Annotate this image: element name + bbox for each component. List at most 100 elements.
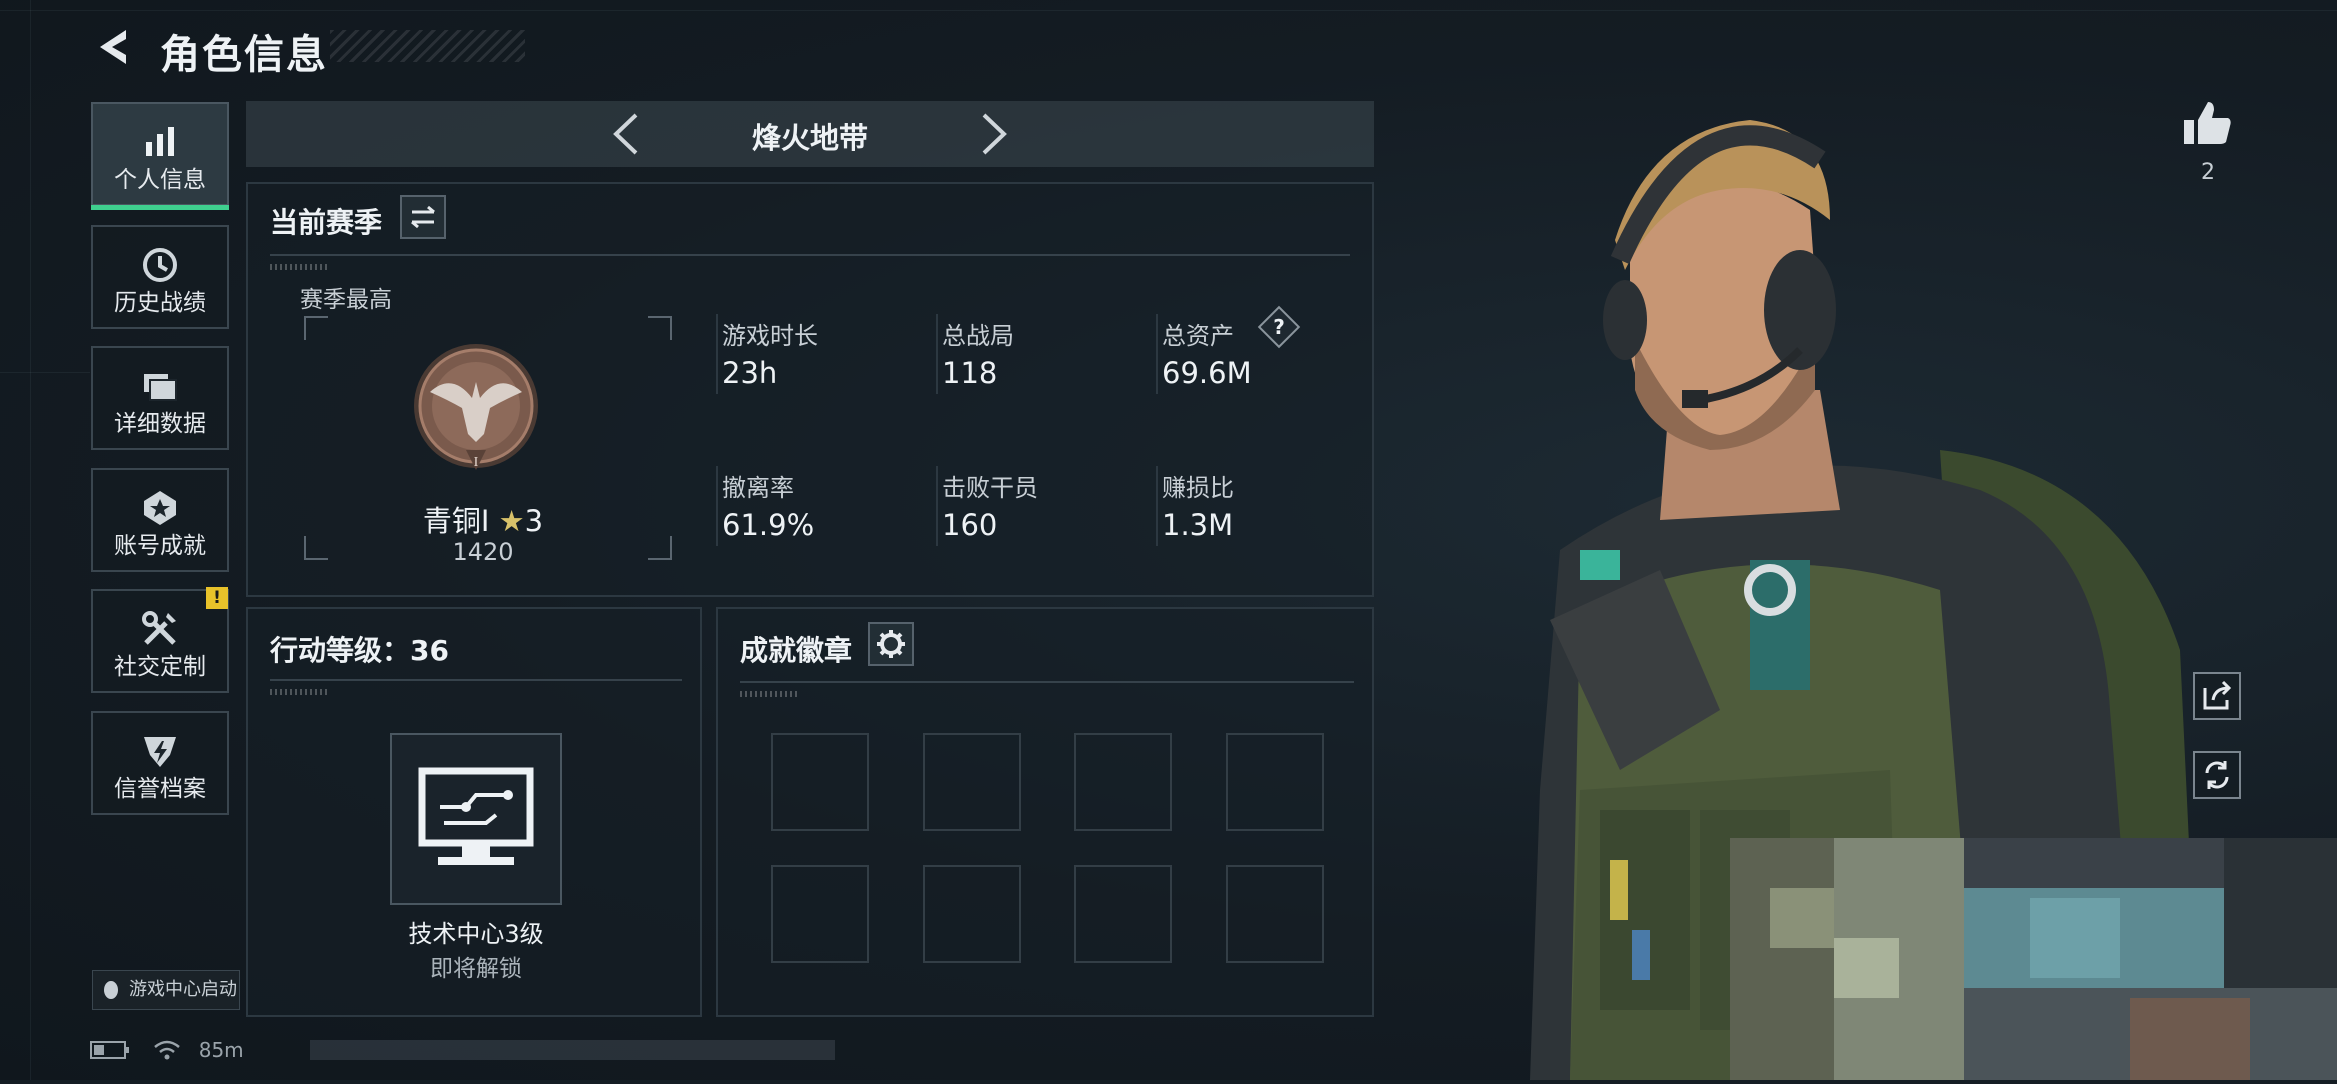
game-center-launch-button[interactable]: 游戏中心启动	[92, 970, 240, 1010]
achievement-slot[interactable]	[923, 733, 1021, 831]
tech-center-tile[interactable]	[390, 733, 562, 905]
season-title: 当前赛季	[270, 206, 383, 239]
bronze-rank-emblem-icon: I	[414, 344, 538, 470]
achievement-slot[interactable]	[1074, 733, 1172, 831]
sidebar-item-label: 社交定制	[114, 654, 206, 680]
tech-center-status: 即将解锁	[430, 956, 522, 982]
help-mark: ?	[1273, 315, 1285, 339]
divider	[936, 466, 938, 546]
sidebar-item-detail-data[interactable]: 详细数据	[91, 346, 229, 450]
achievement-slot[interactable]	[1074, 865, 1172, 963]
achievement-slot[interactable]	[1226, 865, 1324, 963]
stripe-decoration	[740, 691, 800, 697]
achievement-slot[interactable]	[1226, 733, 1324, 831]
rank-stars: 3	[524, 504, 544, 538]
stat-value-profit-ratio: 1.3M	[1162, 508, 1234, 542]
season-best-label: 赛季最高	[300, 287, 392, 313]
back-button[interactable]	[88, 22, 138, 72]
frame-corner	[304, 316, 328, 340]
grid-line	[0, 372, 90, 373]
stat-label-playtime: 游戏时长	[722, 322, 818, 350]
stat-value-total-matches: 118	[942, 356, 998, 390]
season-switch-button[interactable]	[400, 195, 446, 239]
page-title: 角色信息	[160, 32, 328, 78]
star-badge-icon	[144, 491, 176, 525]
monitor-circuit-icon	[418, 767, 534, 865]
stat-label-total-assets: 总资产	[1162, 322, 1234, 350]
gear-icon	[877, 630, 905, 658]
action-level-panel: 行动等级：36 技术中心3级 即将解锁	[246, 607, 702, 1017]
clock-icon	[143, 248, 177, 282]
game-center-label: 游戏中心启动	[129, 979, 237, 1000]
back-arrow-icon	[100, 30, 126, 64]
sidebar-item-label: 信誉档案	[114, 776, 206, 802]
sidebar-item-label: 详细数据	[114, 411, 206, 437]
penguin-icon	[104, 981, 118, 999]
sidebar-item-label: 账号成就	[114, 533, 206, 559]
tools-icon	[142, 611, 176, 645]
rank-score: 1420	[452, 538, 514, 566]
sidebar-item-credit-profile[interactable]: 信誉档案	[91, 711, 229, 815]
title-decoration	[330, 30, 525, 62]
divider	[270, 679, 682, 681]
status-bar: 85m	[90, 1036, 244, 1062]
achievement-slot[interactable]	[923, 865, 1021, 963]
action-level-title: 行动等级：36	[270, 634, 449, 667]
tech-center-name: 技术中心3级	[408, 920, 544, 948]
divider	[270, 254, 1350, 256]
mode-selector: 烽火地带	[246, 101, 1374, 167]
refresh-icon	[2205, 761, 2229, 789]
grid-line	[0, 10, 2337, 11]
svg-text:I: I	[474, 455, 479, 470]
like-count: 2	[2201, 160, 2215, 185]
divider	[1156, 466, 1158, 546]
achievement-slot[interactable]	[771, 865, 869, 963]
swap-icon	[411, 205, 435, 229]
achievements-title: 成就徽章	[740, 634, 853, 667]
like-button[interactable]	[2180, 96, 2236, 152]
share-button[interactable]	[2193, 672, 2241, 720]
stat-value-total-assets: 69.6M	[1162, 356, 1252, 390]
bar-chart-icon	[146, 127, 174, 156]
signal-text: 85m	[198, 1037, 244, 1062]
stat-label-profit-ratio: 赚损比	[1162, 474, 1234, 502]
frame-corner	[648, 316, 672, 340]
wifi-icon	[154, 1040, 181, 1059]
mode-label: 烽火地带	[751, 121, 868, 155]
season-panel: 当前赛季 赛季最高 I 青铜I ★3 1420 游戏时长 23h 总战局 118…	[246, 182, 1374, 597]
divider	[1156, 314, 1158, 394]
sidebar-item-label: 历史战绩	[114, 290, 206, 316]
stripe-decoration	[270, 264, 330, 270]
sidebar-item-label: 个人信息	[114, 167, 206, 193]
sidebar-item-history[interactable]: 历史战绩	[91, 225, 229, 329]
achievements-settings-button[interactable]	[868, 622, 914, 666]
achievement-slot[interactable]	[771, 733, 869, 831]
divider	[716, 314, 718, 394]
pixelated-overlay	[1730, 838, 2337, 1080]
achievements-panel: 成就徽章	[716, 607, 1374, 1017]
blurred-status	[310, 1040, 835, 1060]
divider	[740, 681, 1354, 683]
divider	[716, 466, 718, 546]
battery-icon	[90, 1040, 129, 1059]
share-icon	[2203, 680, 2232, 710]
stat-label-kills: 击败干员	[942, 474, 1038, 502]
stat-value-kills: 160	[942, 508, 998, 542]
rank-name: 青铜I	[422, 504, 490, 538]
active-indicator	[91, 205, 229, 210]
grid-line	[30, 0, 31, 1080]
stat-value-playtime: 23h	[722, 356, 778, 390]
thumbs-up-icon	[2184, 102, 2231, 144]
stripe-decoration	[270, 689, 330, 695]
stat-label-extraction-rate: 撤离率	[722, 474, 794, 502]
notification-badge: !	[206, 587, 228, 609]
chevron-right-icon[interactable]	[974, 111, 1014, 157]
stat-label-total-matches: 总战局	[942, 322, 1014, 350]
folder-icon	[144, 374, 177, 401]
rotate-button[interactable]	[2193, 751, 2241, 799]
sidebar-item-personal-info[interactable]: 个人信息	[91, 102, 229, 206]
rank-star-icon: ★	[498, 504, 525, 538]
divider	[936, 314, 938, 394]
rank-line: 青铜I ★3	[248, 498, 718, 540]
sidebar-item-achievements[interactable]: 账号成就	[91, 468, 229, 572]
